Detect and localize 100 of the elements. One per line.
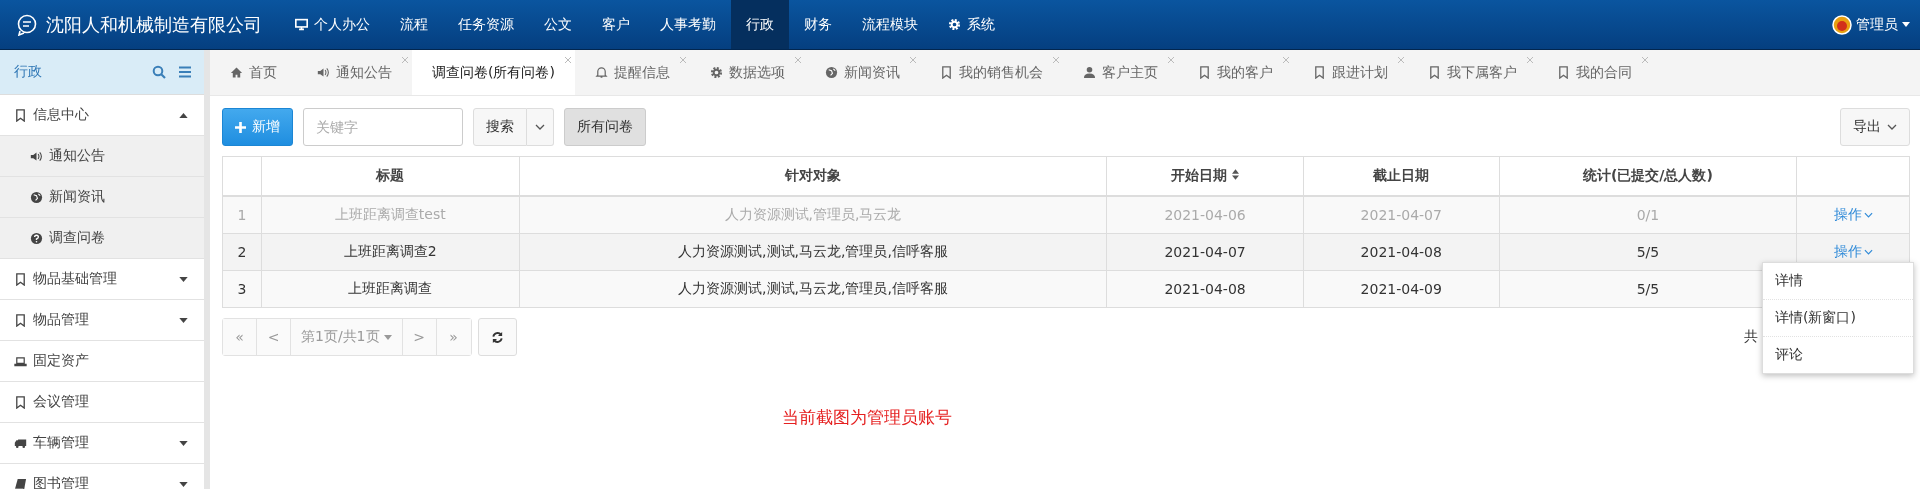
search-field[interactable]: 关键字: [303, 108, 463, 146]
avatar-icon: [1832, 14, 1852, 35]
nav-item[interactable]: 任务资源: [443, 0, 529, 49]
export-button[interactable]: 导出: [1840, 108, 1910, 146]
table-cell: 0/1: [1499, 196, 1797, 234]
gear-icon: [948, 18, 961, 31]
plus-icon: [235, 121, 246, 133]
chat-logo-icon: [16, 13, 38, 36]
speaker-icon: [30, 149, 43, 163]
tab[interactable]: 数据选项: [689, 50, 805, 95]
nav-item[interactable]: 客户: [587, 0, 645, 49]
refresh-icon: [490, 330, 504, 344]
chevron-down-icon: [1863, 249, 1873, 255]
sidebar-item[interactable]: 物品管理: [0, 300, 204, 341]
close-icon[interactable]: [401, 56, 409, 64]
dropdown-button[interactable]: [527, 108, 554, 146]
close-icon[interactable]: [1281, 56, 1290, 64]
laptop-icon: [14, 354, 27, 368]
sidebar-subitem[interactable]: 新闻资讯: [0, 177, 204, 218]
close-icon[interactable]: [1525, 56, 1534, 64]
caret-icon: [179, 481, 188, 487]
action-link[interactable]: 操作: [1833, 206, 1873, 224]
close-icon[interactable]: [1166, 56, 1175, 64]
close-icon[interactable]: [563, 56, 572, 64]
table-cell: 2021-04-09: [1303, 270, 1500, 308]
tab[interactable]: 我的销售机会: [919, 50, 1063, 95]
home-icon: [230, 66, 243, 79]
chevron-down-icon: [535, 124, 545, 130]
menu-item[interactable]: 详情(新窗口): [1763, 300, 1913, 337]
nav-item[interactable]: 流程模块: [847, 0, 933, 49]
tab[interactable]: 跟进计划: [1292, 50, 1408, 95]
nav-item[interactable]: 行政: [731, 0, 789, 49]
app-title: 沈阳人和机械制造有限公司: [46, 12, 262, 37]
bookmark-icon: [939, 66, 953, 79]
refresh-button[interactable]: [477, 318, 517, 356]
menu-item[interactable]: 详情: [1763, 263, 1913, 300]
menu-icon[interactable]: [178, 65, 192, 79]
user-menu[interactable]: 管理员: [1832, 14, 1910, 35]
tab[interactable]: 通知公告: [297, 50, 412, 95]
tab[interactable]: 新闻资讯: [804, 50, 920, 95]
tab[interactable]: 首页: [210, 50, 297, 95]
table-cell: 2021-04-06: [1106, 196, 1304, 234]
caret-icon: [1902, 22, 1910, 27]
table-cell: 5/5: [1499, 233, 1797, 271]
total-count: 共: [1744, 328, 1758, 346]
filter-button[interactable]: 所有问卷: [564, 108, 646, 146]
bookmark-icon: [14, 272, 27, 286]
speaker-icon: [317, 66, 330, 79]
nav-item[interactable]: 财务: [789, 0, 847, 49]
sidebar-item[interactable]: 车辆管理: [0, 423, 204, 464]
table-cell: 2: [222, 233, 262, 271]
close-icon[interactable]: [678, 56, 687, 64]
close-icon[interactable]: [793, 56, 802, 64]
sidebar-title: 行政: [14, 63, 42, 81]
sidebar-item[interactable]: 会议管理: [0, 382, 204, 423]
tab[interactable]: 我下属客户: [1407, 50, 1537, 95]
table-cell: 2021-04-08: [1106, 270, 1304, 308]
close-icon[interactable]: [1640, 56, 1649, 64]
sort-icon: [1232, 169, 1240, 180]
tab[interactable]: 我的合同: [1536, 50, 1652, 95]
bookmark-icon: [14, 108, 27, 122]
gear-icon: [709, 66, 723, 79]
nav-item[interactable]: 流程: [385, 0, 443, 49]
bookmark-icon: [14, 395, 27, 409]
sidebar-item[interactable]: 物品基础管理: [0, 259, 204, 300]
close-icon[interactable]: [908, 56, 917, 64]
bookmark-icon: [1312, 66, 1326, 79]
truck-icon: [14, 436, 27, 450]
tab[interactable]: 调查问卷(所有问卷): [412, 50, 575, 95]
search-icon[interactable]: [152, 65, 166, 79]
note-text: 当前截图为管理员账号: [782, 406, 953, 429]
bookmark-icon: [1197, 66, 1211, 79]
table-cell: 人力资源测试,管理员,马云龙: [519, 196, 1107, 234]
bookmark-icon: [1556, 66, 1570, 79]
table-cell: 1: [222, 196, 262, 234]
nav-item[interactable]: 系统: [933, 0, 1010, 49]
table-cell: 上班距离调查: [261, 270, 520, 308]
help-icon: [30, 231, 43, 245]
nav-item[interactable]: 公文: [529, 0, 587, 49]
tab[interactable]: 客户主页: [1062, 50, 1178, 95]
tab[interactable]: 提醒信息: [574, 50, 690, 95]
table-cell: 3: [222, 270, 262, 308]
search-button[interactable]: 搜索: [473, 108, 527, 146]
table-cell: 人力资源测试,测试,马云龙,管理员,信呼客服: [519, 270, 1107, 308]
table-cell: 人力资源测试,测试,马云龙,管理员,信呼客服: [519, 233, 1107, 271]
sidebar-item[interactable]: 固定资产: [0, 341, 204, 382]
close-icon[interactable]: [1051, 56, 1060, 64]
caret-icon: [179, 112, 188, 118]
nav-item[interactable]: 人事考勤: [645, 0, 731, 49]
table-cell: 2021-04-08: [1303, 233, 1500, 271]
sidebar-subitem[interactable]: 调查问卷: [0, 218, 204, 259]
caret-icon: [179, 440, 188, 446]
tab[interactable]: 我的客户: [1177, 50, 1293, 95]
sidebar-subitem[interactable]: 通知公告: [0, 136, 204, 177]
menu-item[interactable]: 评论: [1763, 337, 1913, 373]
monitor-icon: [295, 18, 308, 31]
close-icon[interactable]: [1396, 56, 1405, 64]
caret-icon: [179, 276, 188, 282]
sidebar-item[interactable]: 图书管理: [0, 464, 204, 489]
nav-item[interactable]: 个人办公: [280, 0, 385, 49]
